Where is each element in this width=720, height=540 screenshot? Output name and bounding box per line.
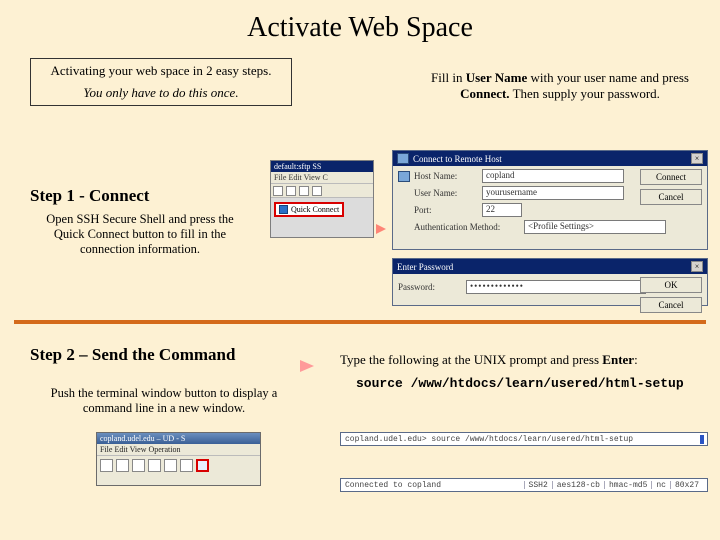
new-terminal-button[interactable] (196, 459, 209, 472)
toolbar-icon[interactable] (286, 186, 296, 196)
arrow-icon (300, 360, 314, 372)
terminal-titlebar: copland.udel.edu – UD - S (97, 433, 260, 444)
fill-mid: with your user name and press (527, 70, 689, 85)
connect-dialog-titlebar: Connect to Remote Host × (393, 151, 707, 166)
step1-heading: Step 1 - Connect (30, 186, 250, 206)
fill-b1: User Name (466, 70, 528, 85)
connect-dialog: Connect to Remote Host × Host Name: copl… (392, 150, 708, 250)
quick-connect-icon (279, 205, 288, 214)
intro-line1: Activating your web space in 2 easy step… (37, 63, 285, 79)
close-icon[interactable]: × (691, 261, 703, 272)
connect-button[interactable]: Connect (640, 169, 702, 185)
user-field[interactable]: yourusername (482, 186, 624, 200)
fill-b2: Connect. (460, 86, 509, 101)
type-pre: Type the following at the UNIX prompt an… (340, 352, 602, 367)
status-cell: hmac-md5 (604, 481, 651, 489)
toolbar-icon[interactable] (148, 459, 161, 472)
source-command: source /www/htdocs/learn/usered/html-set… (356, 376, 684, 391)
cancel-button[interactable]: Cancel (640, 297, 702, 313)
type-post: : (634, 352, 638, 367)
user-label: User Name: (414, 188, 482, 198)
toolbar-icon[interactable] (312, 186, 322, 196)
step1-region: Step 1 - Connect Open SSH Secure Shell a… (30, 186, 250, 257)
close-icon[interactable]: × (691, 153, 703, 164)
page-title: Activate Web Space (0, 0, 720, 58)
auth-field[interactable]: <Profile Settings> (524, 220, 666, 234)
intro-line2: You only have to do this once. (37, 85, 285, 101)
quick-connect-label: Quick Connect (291, 205, 339, 214)
connect-dialog-title: Connect to Remote Host (413, 154, 502, 164)
terminal-toolbar (97, 456, 260, 474)
type-b: Enter (602, 352, 634, 367)
status-cell: aes128-cb (552, 481, 604, 489)
status-cell: nc (651, 481, 670, 489)
toolbar-icon[interactable] (273, 186, 283, 196)
fill-post: Then supply your password. (510, 86, 660, 101)
dialog-icon (397, 153, 409, 164)
step2-body: Push the terminal window button to displ… (34, 386, 294, 416)
toolbar-icon[interactable] (299, 186, 309, 196)
type-instruction: Type the following at the UNIX prompt an… (340, 352, 638, 368)
terminal-menubar: File Edit View Operation (97, 444, 260, 456)
status-cell: 80x27 (670, 481, 703, 489)
terminal-output-1: copland.udel.edu> source /www/htdocs/lea… (340, 432, 708, 446)
divider (14, 320, 706, 324)
port-label: Port: (414, 205, 482, 215)
toolbar-icon[interactable] (132, 459, 145, 472)
status-cell: SSH2 (524, 481, 552, 489)
fill-instructions: Fill in User Name with your user name an… (430, 70, 690, 102)
password-field[interactable]: ••••••••••••• (466, 280, 646, 294)
host-field[interactable]: copland (482, 169, 624, 183)
step2-heading: Step 2 – Send the Command (30, 345, 235, 365)
host-icon (398, 171, 410, 182)
terminal-window: copland.udel.edu – UD - S File Edit View… (96, 432, 261, 486)
intro-box: Activating your web space in 2 easy step… (30, 58, 292, 106)
cancel-button[interactable]: Cancel (640, 189, 702, 205)
fill-pre: Fill in (431, 70, 466, 85)
auth-label: Authentication Method: (414, 222, 524, 232)
terminal-statusbar: Connected to copland SSH2 aes128-cb hmac… (340, 478, 708, 492)
step1-body: Open SSH Secure Shell and press the Quic… (30, 212, 250, 257)
ok-button[interactable]: OK (640, 277, 702, 293)
password-dialog-titlebar: Enter Password × (393, 259, 707, 274)
password-dialog: Enter Password × Password: •••••••••••••… (392, 258, 708, 306)
toolbar-icon[interactable] (180, 459, 193, 472)
quick-connect-button[interactable]: Quick Connect (274, 202, 344, 217)
toolbar-icon[interactable] (116, 459, 129, 472)
password-dialog-title: Enter Password (397, 262, 453, 272)
sftp-toolbar (271, 184, 373, 198)
port-field[interactable]: 22 (482, 203, 522, 217)
toolbar-icon[interactable] (164, 459, 177, 472)
status-connected: Connected to copland (345, 481, 524, 489)
sftp-window: default:sftp SS File Edit View C Quick C… (270, 160, 374, 238)
toolbar-icon[interactable] (100, 459, 113, 472)
password-label: Password: (398, 282, 466, 292)
sftp-menubar: File Edit View C (271, 172, 373, 184)
host-label: Host Name: (414, 171, 482, 181)
arrow-icon (376, 224, 386, 234)
sftp-titlebar: default:sftp SS (271, 161, 373, 172)
